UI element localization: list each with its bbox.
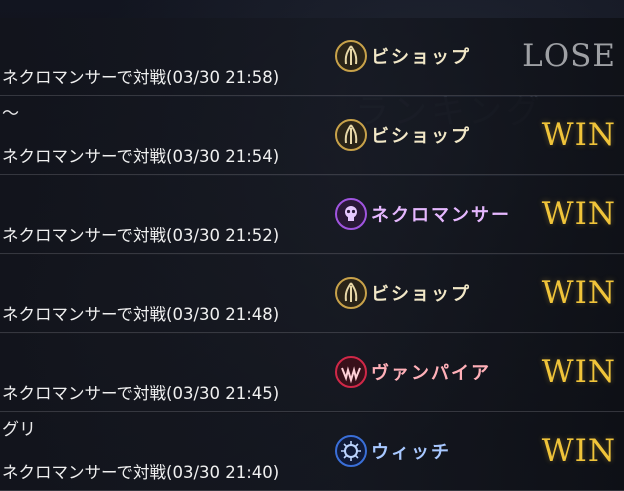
battle-title: 〜	[2, 104, 19, 124]
battle-info: ネクロマンサーで対戦(03/30 21:40)	[2, 463, 280, 482]
battle-info: ネクロマンサーで対戦(03/30 21:58)	[2, 68, 280, 87]
bishop-icon	[335, 40, 367, 72]
opponent-class-name: ビショップ	[371, 126, 471, 147]
battle-info: ネクロマンサーで対戦(03/30 21:54)	[2, 147, 280, 166]
battle-history-list: ネクロマンサーで対戦(03/30 21:58) ビショップ LOSE 〜 ネクロ…	[0, 0, 624, 491]
opponent-class-name: ウィッチ	[371, 442, 451, 463]
battle-info: ネクロマンサーで対戦(03/30 21:48)	[2, 305, 280, 324]
battle-row[interactable]: 〜 ネクロマンサーで対戦(03/30 21:54) ビショップ WIN	[0, 97, 624, 175]
battle-row[interactable]: ネクロマンサーで対戦(03/30 21:45) ヴァンパイア WIN	[0, 334, 624, 412]
opponent-class-name: ビショップ	[371, 284, 471, 305]
result-label: LOSE	[522, 38, 616, 74]
battle-row[interactable]: グリ ネクロマンサーで対戦(03/30 21:40) ウィッチ WIN	[0, 413, 624, 491]
opponent-class-name: ネクロマンサー	[371, 205, 511, 226]
opponent-class: ネクロマンサー	[335, 197, 511, 231]
opponent-class: ビショップ	[335, 276, 471, 310]
necromancer-icon	[335, 198, 367, 230]
battle-row[interactable]: ネクロマンサーで対戦(03/30 21:58) ビショップ LOSE	[0, 18, 624, 96]
opponent-class: ビショップ	[335, 118, 471, 152]
battle-title: グリ	[2, 420, 36, 440]
battle-row[interactable]: ネクロマンサーで対戦(03/30 21:52) ネクロマンサー WIN	[0, 176, 624, 254]
opponent-class-name: ヴァンパイア	[371, 363, 491, 384]
result-label: WIN	[541, 196, 616, 232]
opponent-class: ビショップ	[335, 39, 471, 73]
bishop-icon	[335, 119, 367, 151]
battle-info: ネクロマンサーで対戦(03/30 21:45)	[2, 384, 280, 403]
result-label: WIN	[541, 117, 616, 153]
result-label: WIN	[541, 433, 616, 469]
witch-icon	[335, 435, 367, 467]
result-label: WIN	[541, 275, 616, 311]
vampire-icon	[335, 356, 367, 388]
opponent-class-name: ビショップ	[371, 47, 471, 68]
battle-info: ネクロマンサーで対戦(03/30 21:52)	[2, 226, 280, 245]
battle-row[interactable]: ネクロマンサーで対戦(03/30 21:48) ビショップ WIN	[0, 255, 624, 333]
opponent-class: ウィッチ	[335, 434, 451, 468]
bishop-icon	[335, 277, 367, 309]
opponent-class: ヴァンパイア	[335, 355, 491, 389]
result-label: WIN	[541, 354, 616, 390]
